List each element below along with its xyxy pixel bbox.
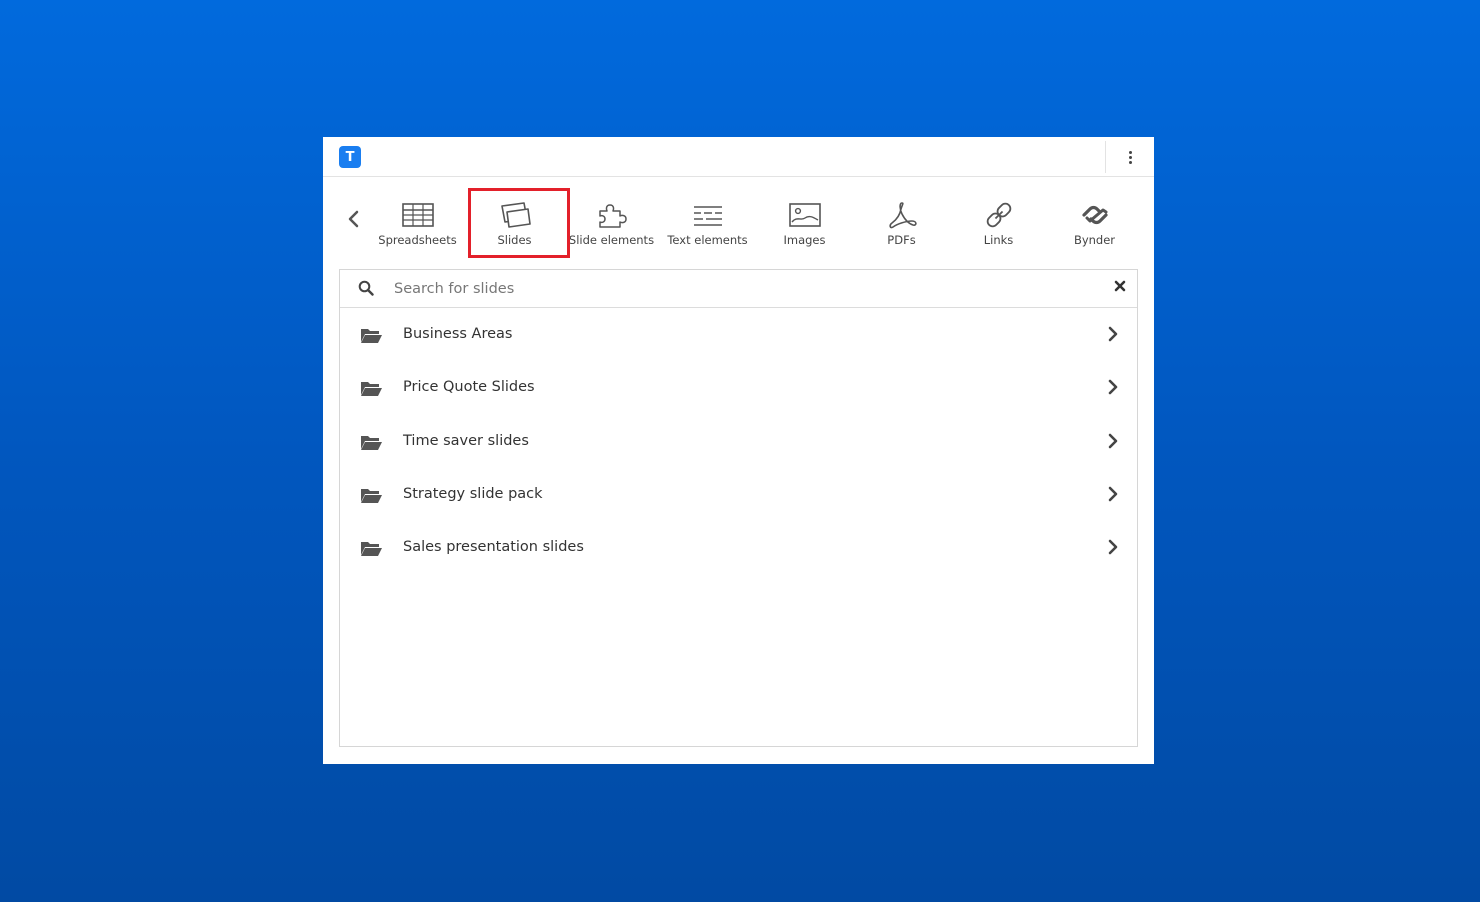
menu-container	[1105, 141, 1154, 173]
more-options-icon[interactable]	[1123, 149, 1137, 165]
tab-slide-elements[interactable]: Slide elements	[563, 194, 660, 254]
tab-spreadsheets[interactable]: Spreadsheets	[369, 194, 466, 254]
tab-text-elements[interactable]: Text elements	[659, 194, 756, 254]
content-area: Business Areas Price Quote Slides	[339, 269, 1138, 747]
puzzle-icon	[598, 204, 627, 228]
tab-label: Images	[783, 233, 826, 247]
tab-images[interactable]: Images	[756, 194, 853, 254]
chevron-right-icon	[1108, 433, 1118, 448]
content-picker-panel: T Spreadsheets Slides Slide elements Tex…	[323, 137, 1154, 764]
tab-label: Slide elements	[568, 233, 655, 247]
close-icon[interactable]	[1113, 279, 1127, 293]
spreadsheet-icon	[401, 203, 434, 227]
chevron-right-icon	[1108, 539, 1118, 555]
search-bar	[340, 270, 1137, 308]
folder-open-icon	[361, 329, 382, 343]
slides-icon	[500, 202, 531, 228]
folder-list: Business Areas Price Quote Slides Time s…	[340, 309, 1137, 575]
tab-label: Bynder	[1073, 233, 1116, 247]
text-lines-icon	[693, 206, 722, 226]
chevron-right-icon	[1108, 486, 1118, 502]
folder-item[interactable]: Business Areas	[340, 309, 1137, 362]
folder-item[interactable]: Sales presentation slides	[340, 522, 1137, 575]
top-bar: T	[323, 137, 1154, 177]
folder-name: Time saver slides	[403, 432, 529, 449]
folder-open-icon	[361, 488, 382, 503]
app-logo: T	[339, 146, 361, 168]
bynder-icon	[1081, 205, 1108, 225]
search-icon	[358, 280, 374, 296]
image-icon	[788, 203, 821, 227]
folder-item[interactable]: Time saver slides	[340, 416, 1137, 469]
chevron-right-icon	[1108, 379, 1118, 395]
search-input[interactable]	[394, 275, 1094, 303]
folder-item[interactable]: Price Quote Slides	[340, 362, 1137, 415]
tab-label: PDFs	[887, 233, 916, 247]
folder-name: Business Areas	[403, 326, 513, 342]
tab-bynder[interactable]: Bynder	[1046, 194, 1143, 254]
tab-slides[interactable]: Slides	[466, 194, 563, 254]
folder-open-icon	[361, 542, 382, 557]
folder-open-icon	[361, 382, 382, 397]
folder-item[interactable]: Strategy slide pack	[340, 469, 1137, 522]
folder-name: Price Quote Slides	[403, 379, 535, 396]
link-icon	[986, 202, 1011, 228]
tab-label: Text elements	[667, 233, 748, 247]
chevron-left-icon[interactable]	[346, 209, 362, 229]
tab-label: Spreadsheets	[378, 233, 457, 247]
folder-name: Sales presentation slides	[403, 539, 584, 556]
tab-pdfs[interactable]: PDFs	[853, 194, 950, 254]
folder-open-icon	[361, 435, 382, 450]
folder-name: Strategy slide pack	[403, 485, 543, 502]
pdf-icon	[888, 202, 917, 229]
chevron-right-icon	[1108, 326, 1118, 342]
tab-label: Links	[983, 233, 1014, 247]
tab-links[interactable]: Links	[950, 194, 1047, 254]
tab-label: Slides	[497, 233, 532, 247]
